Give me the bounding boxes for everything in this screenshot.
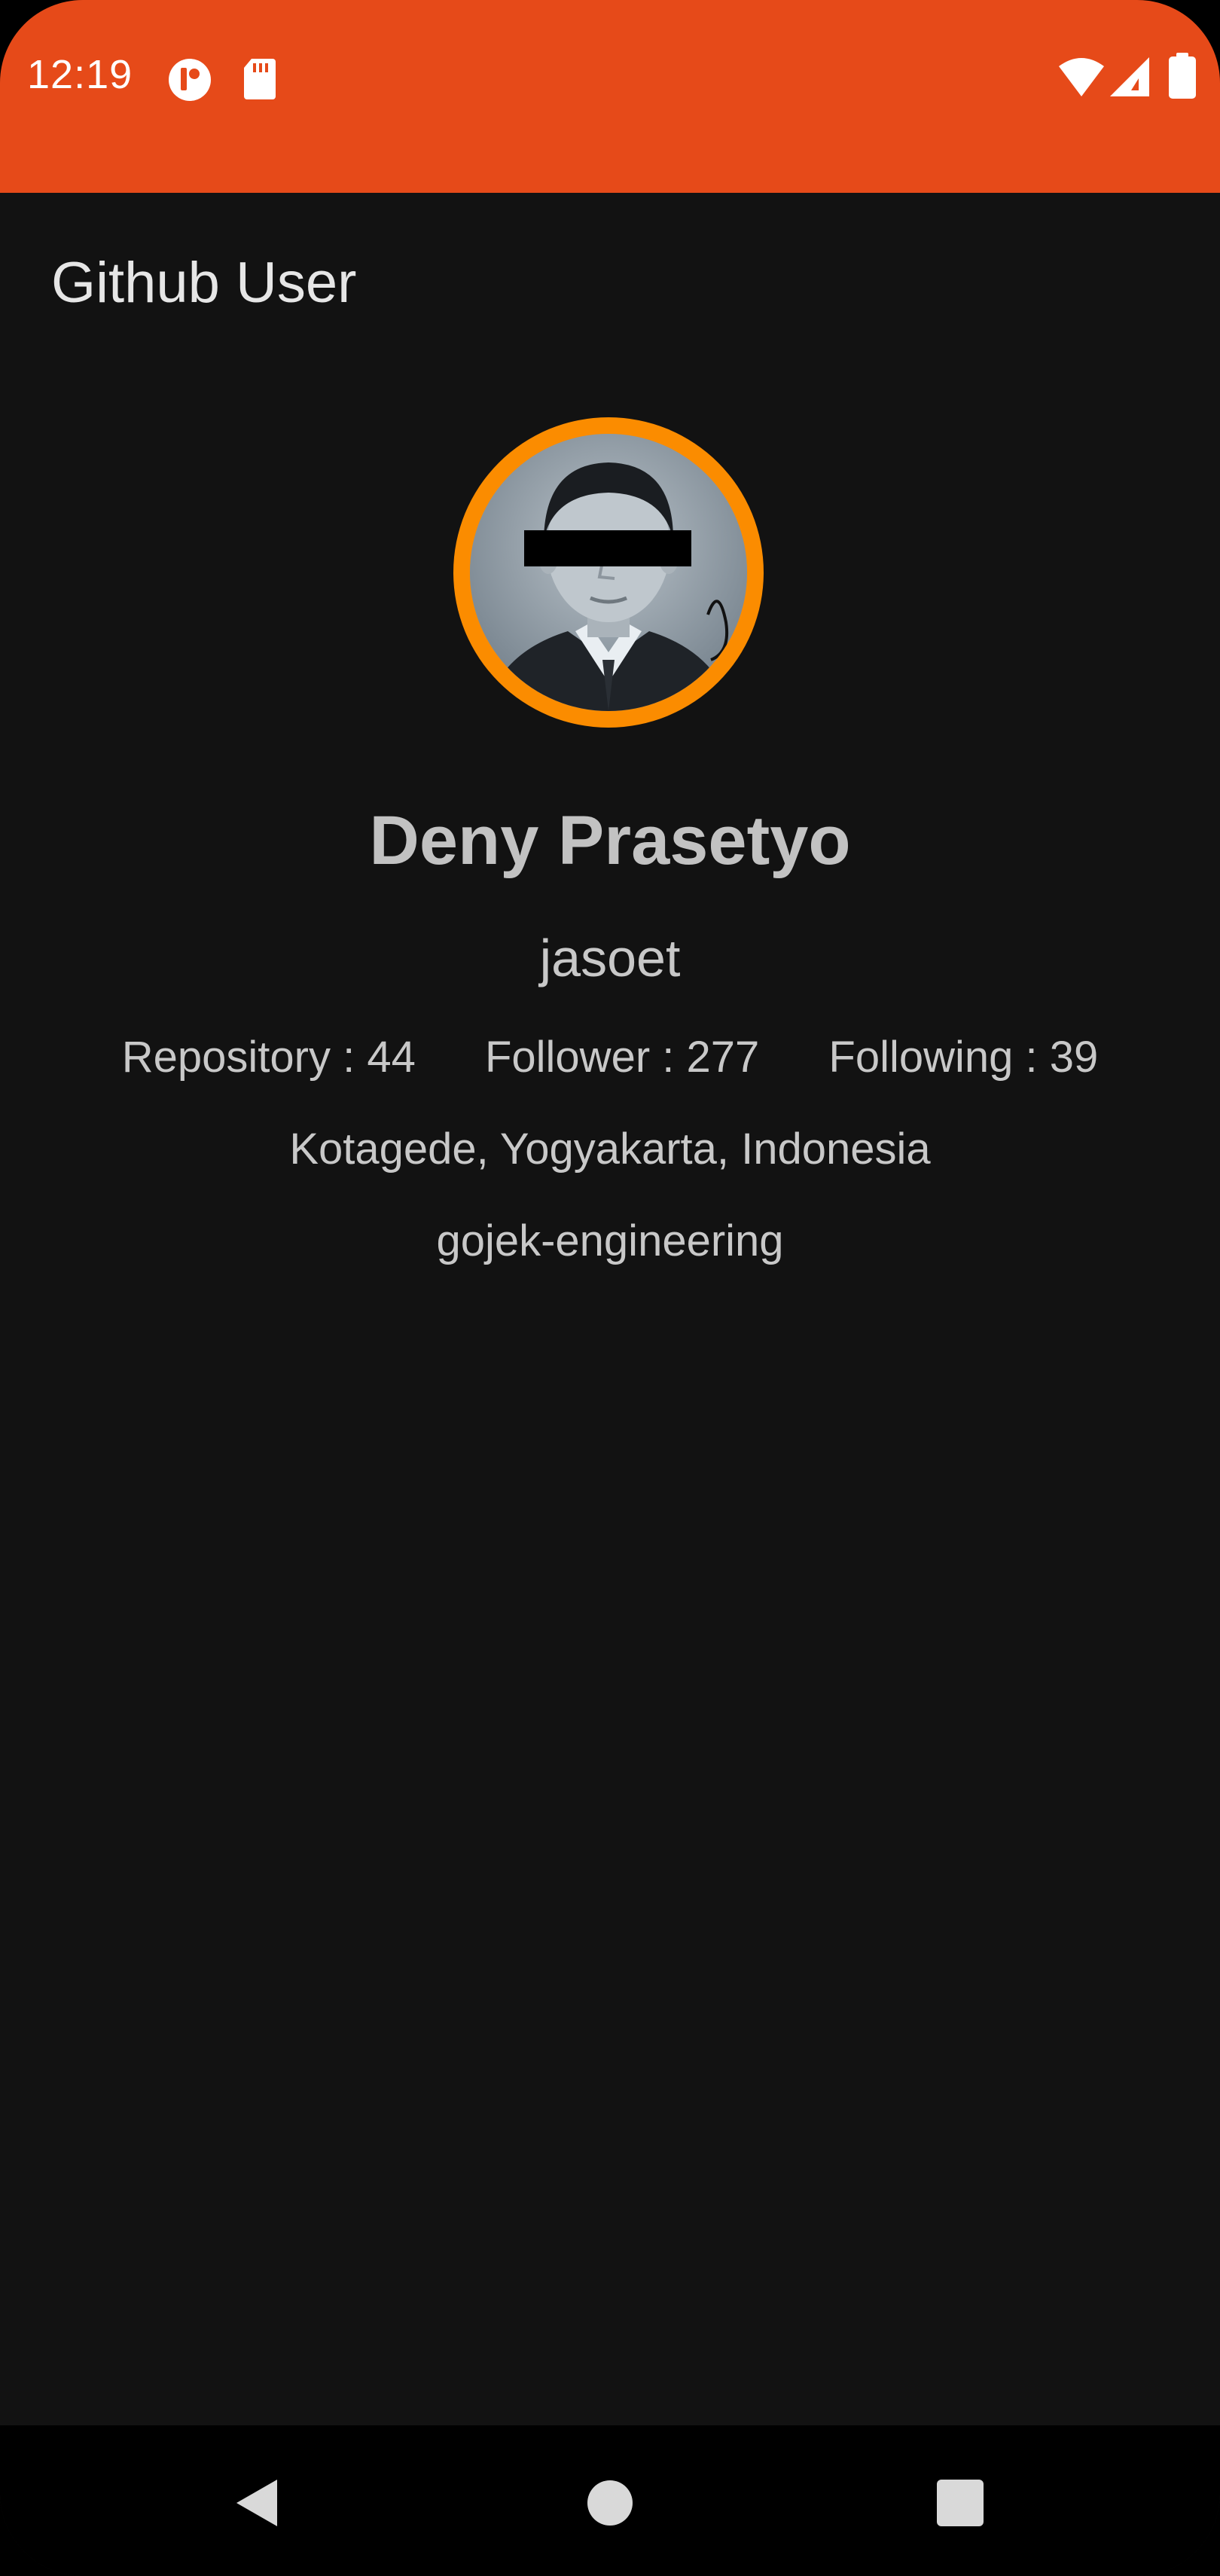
phone-screen: 12:19 Github User Deny Prasetyo jasoet R… [0,0,1220,2576]
following-count: Following : 39 [828,1033,1099,1082]
battery-icon [1169,53,1196,99]
profile-name: Deny Prasetyo [369,802,851,879]
stats-row: Repository : 44 Follower : 277 Following… [0,1032,1220,1082]
profile-username: jasoet [539,929,681,987]
signal-icon [1110,57,1149,96]
avatar-image [470,434,747,711]
profile-location: Kotagede, Yogyakarta, Indonesia [289,1125,931,1174]
status-bar: 12:19 [0,0,1220,193]
wifi-icon [1059,58,1104,96]
app-title: Github User [51,251,357,315]
avatar-photo [470,434,747,711]
status-time: 12:19 [27,52,133,97]
sd-card-icon [244,59,276,99]
repository-count: Repository : 44 [121,1033,416,1082]
follower-count: Follower : 277 [484,1033,760,1082]
app-notification-icon [169,59,211,101]
back-icon[interactable] [214,2462,297,2544]
profile-company: gojek-engineering [436,1216,784,1265]
recents-icon[interactable] [919,2462,1002,2544]
home-icon[interactable] [569,2462,651,2544]
avatar[interactable] [453,417,764,728]
